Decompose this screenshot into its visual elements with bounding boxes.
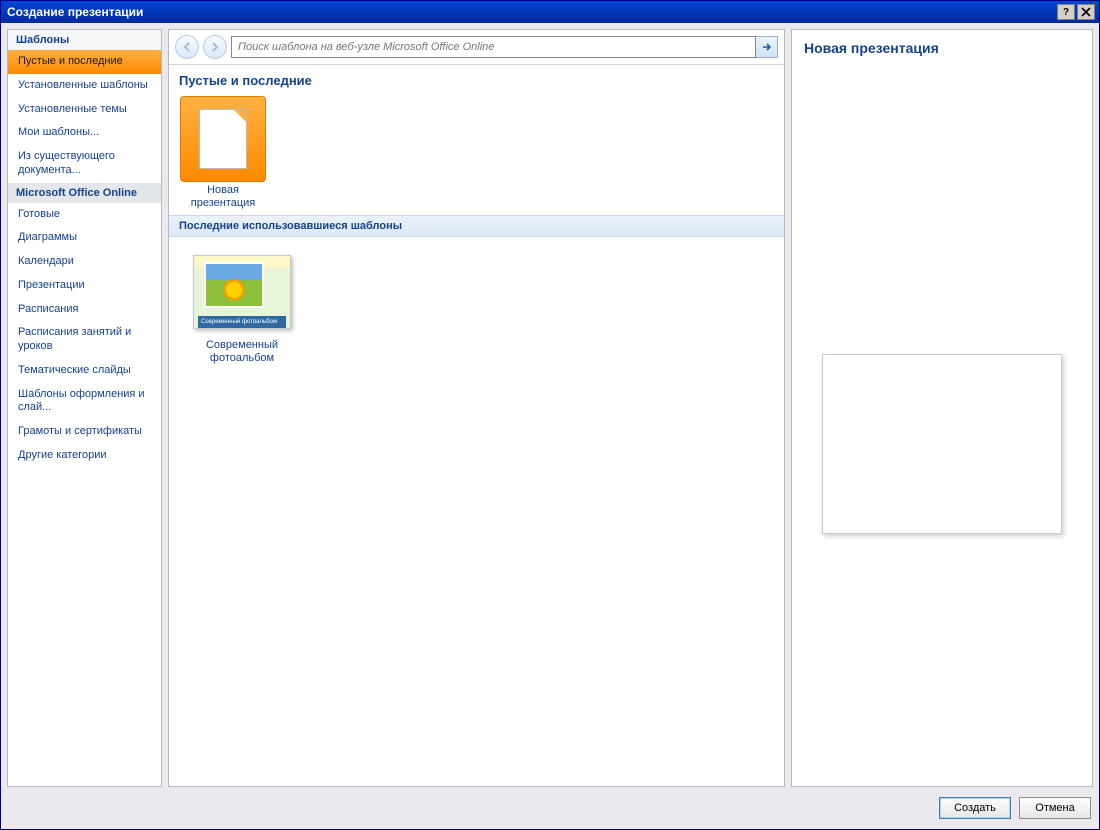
- preview-panel: Новая презентация: [791, 29, 1093, 787]
- template-label: Новая презентация: [177, 184, 269, 209]
- sidebar-item-label: Расписания занятий и уроков: [18, 326, 131, 352]
- sidebar-item-schedules[interactable]: Расписания: [8, 298, 161, 322]
- sidebar-item-from-existing[interactable]: Из существующего документа...: [8, 145, 161, 183]
- sidebar-item-label: Презентации: [18, 279, 85, 291]
- sidebar-item-my-templates[interactable]: Мои шаблоны...: [8, 121, 161, 145]
- toolbar: [169, 30, 784, 65]
- preview-body: [804, 64, 1080, 776]
- sidebar-item-design-templates[interactable]: Шаблоны оформления и слай...: [8, 383, 161, 421]
- sidebar-header-templates: Шаблоны: [8, 30, 161, 50]
- sidebar-item-label: Из существующего документа...: [18, 150, 115, 176]
- sidebar-item-class-schedules[interactable]: Расписания занятий и уроков: [8, 321, 161, 359]
- template-new-presentation[interactable]: Новая презентация: [177, 96, 269, 209]
- upper-area: Шаблоны Пустые и последние Установленные…: [7, 29, 1093, 787]
- nav-back-button[interactable]: [175, 35, 199, 59]
- main-panel: Пустые и последние Новая презентация Пос…: [168, 29, 785, 787]
- close-button[interactable]: [1077, 4, 1095, 20]
- arrow-left-icon: [181, 41, 193, 53]
- sidebar-item-label: Грамоты и сертификаты: [18, 425, 142, 437]
- help-button[interactable]: ?: [1057, 4, 1075, 20]
- search-go-button[interactable]: [756, 36, 778, 58]
- sidebar-item-label: Тематические слайды: [18, 364, 131, 376]
- cancel-button[interactable]: Отмена: [1019, 797, 1091, 819]
- nav-forward-button[interactable]: [203, 35, 227, 59]
- sidebar-item-label: Мои шаблоны...: [18, 126, 99, 138]
- titlebar: Создание презентации ?: [1, 1, 1099, 23]
- thumb-area: Новая презентация: [169, 92, 784, 213]
- sidebar-item-label: Диаграммы: [18, 231, 77, 243]
- sidebar-item-certificates[interactable]: Грамоты и сертификаты: [8, 420, 161, 444]
- thumb-caption: Современный фотоальбом: [198, 316, 286, 328]
- preview-title: Новая презентация: [804, 40, 1080, 56]
- recent-template-thumb: Современный фотоальбом: [193, 255, 291, 329]
- recent-template-label: Современный фотоальбом: [187, 339, 297, 365]
- close-icon: [1081, 7, 1091, 17]
- sidebar-item-featured[interactable]: Готовые: [8, 203, 161, 227]
- dialog-body: Шаблоны Пустые и последние Установленные…: [1, 23, 1099, 829]
- sidebar-item-label: Готовые: [18, 208, 60, 220]
- sidebar-item-label: Календари: [18, 255, 74, 267]
- document-icon: [199, 109, 247, 169]
- sidebar-item-theme-slides[interactable]: Тематические слайды: [8, 359, 161, 383]
- sidebar-item-installed-themes[interactable]: Установленные темы: [8, 98, 161, 122]
- sidebar-item-other-categories[interactable]: Другие категории: [8, 444, 161, 468]
- sidebar-item-label: Другие категории: [18, 449, 107, 461]
- recent-area: Современный фотоальбом Современный фотоа…: [169, 237, 784, 383]
- sidebar-item-calendars[interactable]: Календари: [8, 250, 161, 274]
- section-title: Пустые и последние: [169, 65, 784, 92]
- sidebar: Шаблоны Пустые и последние Установленные…: [7, 29, 162, 787]
- search-wrap: [231, 36, 778, 58]
- sidebar-item-label: Пустые и последние: [18, 55, 123, 67]
- search-input[interactable]: [231, 36, 756, 58]
- template-thumb: [180, 96, 266, 182]
- sidebar-header-office-online: Microsoft Office Online: [8, 183, 161, 203]
- arrow-go-icon: [761, 41, 773, 53]
- arrow-right-icon: [209, 41, 221, 53]
- window-title: Создание презентации: [5, 5, 1055, 19]
- sidebar-item-label: Установленные шаблоны: [18, 79, 148, 91]
- sidebar-item-label: Расписания: [18, 303, 78, 315]
- sidebar-item-label: Установленные темы: [18, 103, 127, 115]
- sidebar-item-label: Шаблоны оформления и слай...: [18, 388, 145, 414]
- sunflower-photo-icon: [204, 262, 264, 308]
- recent-template-item[interactable]: Современный фотоальбом Современный фотоа…: [187, 255, 297, 365]
- dialog-window: Создание презентации ? Шаблоны Пустые и …: [0, 0, 1100, 830]
- sidebar-item-blank-recent[interactable]: Пустые и последние: [8, 50, 161, 74]
- slide-preview: [822, 354, 1062, 534]
- sidebar-item-presentations[interactable]: Презентации: [8, 274, 161, 298]
- recent-templates-header: Последние использовавшиеся шаблоны: [169, 215, 784, 237]
- create-button[interactable]: Создать: [939, 797, 1011, 819]
- sidebar-item-installed-templates[interactable]: Установленные шаблоны: [8, 74, 161, 98]
- sidebar-item-diagrams[interactable]: Диаграммы: [8, 226, 161, 250]
- footer: Создать Отмена: [7, 793, 1093, 823]
